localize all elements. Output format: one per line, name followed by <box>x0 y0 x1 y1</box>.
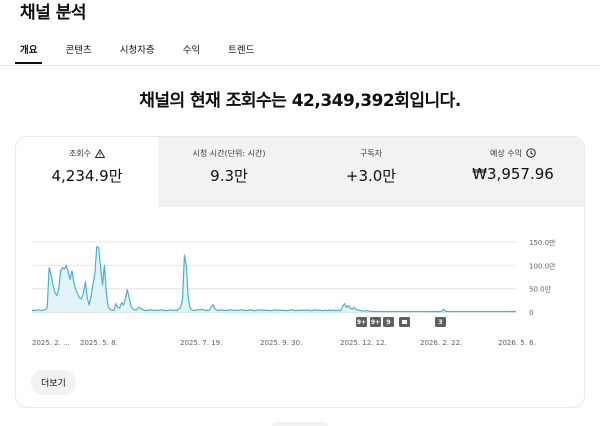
x-tick-label: 2026. 2. 22. <box>420 339 462 347</box>
video-marker-label: 9 <box>386 319 390 326</box>
video-marker-label: 9+ <box>371 319 380 326</box>
video-marker-label: 9+ <box>357 319 366 326</box>
y-tick-label: 50.0만 <box>529 285 552 294</box>
stat-subscribers[interactable]: 구독자 +3.0만 <box>300 137 442 207</box>
stat-revenue-value: ₩3,957.96 <box>472 165 554 183</box>
tab-audience[interactable]: 시청자층 <box>120 42 155 66</box>
page-title: 채널 분석 <box>20 3 86 23</box>
x-tick-label: 2025. 5. 8. <box>80 339 118 347</box>
stat-views-label: 조회수 <box>68 148 92 158</box>
stat-revenue[interactable]: 예상 수익 ₩3,957.96 <box>442 137 584 207</box>
x-tick-label: 2025. 9. 30. <box>260 339 302 347</box>
x-tick-label: 2025. 2. ... <box>32 339 70 347</box>
y-tick-label: 0 <box>529 309 533 317</box>
tab-divider <box>0 65 600 66</box>
views-headline: 채널의 현재 조회수는 42,349,392회입니다. <box>139 91 461 111</box>
clock-icon[interactable] <box>526 148 536 158</box>
tab-content[interactable]: 콘텐츠 <box>65 42 91 66</box>
stat-subscribers-value: +3.0만 <box>345 167 397 185</box>
stat-watch-time-label: 시청 시간(단위: 시간) <box>192 148 266 158</box>
stat-watch-time-value: 9.3만 <box>210 167 248 185</box>
stat-subscribers-label: 구독자 <box>359 148 383 158</box>
video-icon <box>402 320 407 324</box>
stat-views-value: 4,234.9만 <box>51 167 123 185</box>
stat-tiles: 조회수 4,234.9만 시청 시간(단위: 시간) 9.3만 구독자 +3.0… <box>16 137 584 207</box>
stat-revenue-label: 예상 수익 <box>490 148 522 158</box>
y-tick-label: 150.0만 <box>529 238 556 247</box>
see-more-button[interactable]: 더보기 <box>31 370 76 395</box>
tab-trends[interactable]: 트렌드 <box>228 42 254 66</box>
tab-bar: 개요 콘텐츠 시청자층 수익 트렌드 <box>14 42 282 66</box>
warning-icon[interactable] <box>95 148 106 158</box>
analytics-card: 조회수 4,234.9만 시청 시간(단위: 시간) 9.3만 구독자 +3.0… <box>15 136 585 408</box>
video-marker-label: 3 <box>438 319 442 326</box>
x-tick-label: 2026. 5. 6. <box>498 339 536 347</box>
stat-watch-time[interactable]: 시청 시간(단위: 시간) 9.3만 <box>158 137 300 207</box>
series-area <box>32 246 516 312</box>
views-chart: 150.0만 100.0만 50.0만 0 2025. 2. ... 2025. 5. 8… <box>31 238 556 347</box>
tab-revenue[interactable]: 수익 <box>183 42 200 66</box>
y-tick-label: 100.0만 <box>529 261 556 270</box>
x-tick-label: 2025. 12. 12. <box>340 339 387 347</box>
x-tick-label: 2025. 7. 19. <box>180 339 222 347</box>
scroll-indicator <box>272 422 328 426</box>
tab-overview[interactable]: 개요 <box>14 42 44 66</box>
stat-views[interactable]: 조회수 4,234.9만 <box>16 137 158 207</box>
